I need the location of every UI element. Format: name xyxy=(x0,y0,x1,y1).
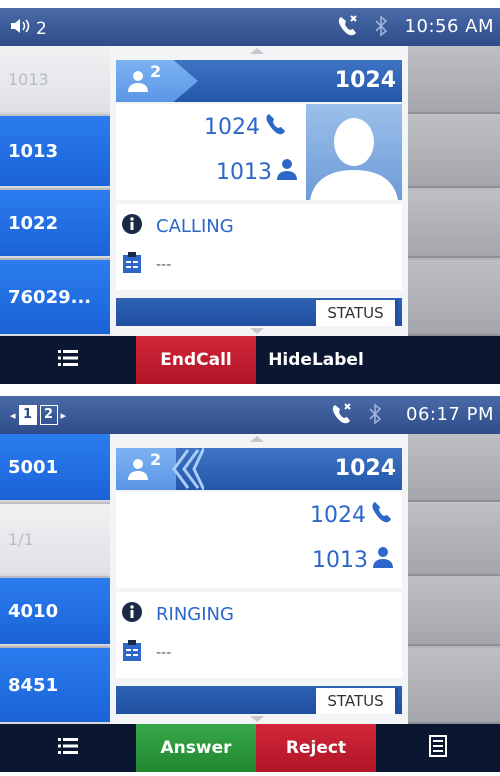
header-number: 1024 xyxy=(334,456,396,481)
line-key-label: 8451 xyxy=(8,674,59,696)
line-key-1[interactable]: 1013 xyxy=(0,46,110,114)
clock: 06:17 PM xyxy=(406,404,494,425)
bluetooth-icon xyxy=(374,15,388,41)
right-key-1[interactable] xyxy=(408,46,500,114)
header-number: 1024 xyxy=(334,68,396,93)
phone-screen-ringing: ◂ 1 2 ▸ 06:17 PM 5001 1/1 4010 8451 2 10… xyxy=(0,396,500,772)
call-state: RINGING xyxy=(156,603,234,625)
line-key-4[interactable]: 76029... xyxy=(0,260,110,336)
right-key-4[interactable] xyxy=(408,648,500,724)
menu-softkey[interactable] xyxy=(0,724,136,772)
line-key-label: 4010 xyxy=(8,600,59,622)
local-number: 1013 xyxy=(312,547,368,573)
phone-icon xyxy=(370,500,394,530)
menu-softkey[interactable] xyxy=(0,336,136,384)
list-icon xyxy=(58,349,78,371)
phone-icon xyxy=(264,112,288,142)
person-icon xyxy=(276,158,298,186)
right-key-3[interactable] xyxy=(408,190,500,258)
call-forward-icon xyxy=(330,402,354,430)
softkey-bar: EndCall HideLabel xyxy=(0,336,500,384)
right-key-2[interactable] xyxy=(408,504,500,576)
document-icon xyxy=(429,734,447,762)
clipboard-icon xyxy=(122,252,142,278)
line-key-label: 1013 xyxy=(8,140,59,162)
call-note: --- xyxy=(156,645,172,661)
line-key-2[interactable]: 1/1 xyxy=(0,504,110,576)
scroll-up-arrow-icon[interactable] xyxy=(250,48,264,54)
call-forward-icon xyxy=(336,14,360,42)
right-line-keys xyxy=(408,434,500,724)
line-key-label: 1/1 xyxy=(8,529,34,549)
status-button[interactable]: STATUS xyxy=(316,300,398,326)
line-key-2[interactable]: 1013 xyxy=(0,116,110,188)
call-count-badge: 2 xyxy=(150,450,162,469)
page-1-indicator[interactable]: 1 xyxy=(18,405,37,425)
info-icon xyxy=(122,602,142,626)
info-icon xyxy=(122,214,142,238)
clock: 10:56 AM xyxy=(404,16,494,37)
local-number: 1013 xyxy=(216,159,272,185)
more-softkey[interactable] xyxy=(376,724,500,772)
reject-button[interactable]: Reject xyxy=(256,724,376,772)
call-info: 1024 1013 xyxy=(116,492,402,588)
status-bar: 2 10:56 AM xyxy=(0,8,500,46)
right-key-3[interactable] xyxy=(408,578,500,646)
incoming-chevrons-icon xyxy=(168,447,206,494)
call-header: 2 1024 xyxy=(116,447,402,491)
line-key-1[interactable]: 5001 xyxy=(0,434,110,502)
right-key-2[interactable] xyxy=(408,116,500,188)
page-right-arrow-icon[interactable]: ▸ xyxy=(61,409,67,422)
clipboard-icon xyxy=(122,640,142,666)
call-state: CALLING xyxy=(156,215,234,237)
remote-number: 1024 xyxy=(204,114,260,140)
speaker-volume-icon xyxy=(10,17,32,40)
line-key-3[interactable]: 4010 xyxy=(0,578,110,646)
scroll-down-arrow-icon[interactable] xyxy=(250,716,264,722)
left-line-keys: 1013 1013 1022 76029... xyxy=(0,46,110,336)
right-line-keys xyxy=(408,46,500,336)
contact-avatar xyxy=(306,104,402,200)
status-strip: STATUS xyxy=(116,686,402,714)
page-2-indicator[interactable]: 2 xyxy=(39,405,58,425)
call-info: 1024 1013 xyxy=(116,104,402,200)
line-key-label: 76029... xyxy=(8,286,92,308)
list-icon xyxy=(58,737,78,759)
line-key-label: 1013 xyxy=(8,69,49,89)
line-key-label: 5001 xyxy=(8,456,59,478)
right-key-1[interactable] xyxy=(408,434,500,502)
call-count-badge: 2 xyxy=(150,62,162,81)
answer-button[interactable]: Answer xyxy=(136,724,256,772)
right-key-4[interactable] xyxy=(408,260,500,336)
hidelabel-button[interactable]: HideLabel xyxy=(256,336,376,384)
call-note: --- xyxy=(156,257,172,273)
status-button[interactable]: STATUS xyxy=(316,688,398,714)
status-strip: STATUS xyxy=(116,298,402,326)
call-panel: 2 1024 1024 1013 CALLING --- STATUS xyxy=(110,46,408,336)
line-key-3[interactable]: 1022 xyxy=(0,190,110,258)
line-key-label: 1022 xyxy=(8,212,59,234)
volume-level: 2 xyxy=(36,18,47,39)
call-status: CALLING --- xyxy=(116,204,402,290)
person-icon xyxy=(126,458,150,484)
bluetooth-icon xyxy=(368,403,382,429)
remote-number: 1024 xyxy=(310,502,366,528)
phone-screen-calling: 2 10:56 AM 1013 1013 1022 76029... 2 102… xyxy=(0,8,500,384)
call-header: 2 1024 xyxy=(116,60,402,102)
status-bar: ◂ 1 2 ▸ 06:17 PM xyxy=(0,396,500,434)
call-status: RINGING --- xyxy=(116,592,402,678)
call-panel: 2 1024 1024 1013 RINGING --- STATUS xyxy=(110,434,408,724)
softkey-bar: Answer Reject xyxy=(0,724,500,772)
person-icon xyxy=(126,70,150,96)
line-key-4[interactable]: 8451 xyxy=(0,648,110,724)
scroll-down-arrow-icon[interactable] xyxy=(250,328,264,334)
page-left-arrow-icon[interactable]: ◂ xyxy=(10,409,16,422)
person-icon xyxy=(372,546,394,574)
scroll-up-arrow-icon[interactable] xyxy=(250,436,264,442)
empty-softkey xyxy=(376,336,500,384)
left-line-keys: 5001 1/1 4010 8451 xyxy=(0,434,110,724)
endcall-button[interactable]: EndCall xyxy=(136,336,256,384)
